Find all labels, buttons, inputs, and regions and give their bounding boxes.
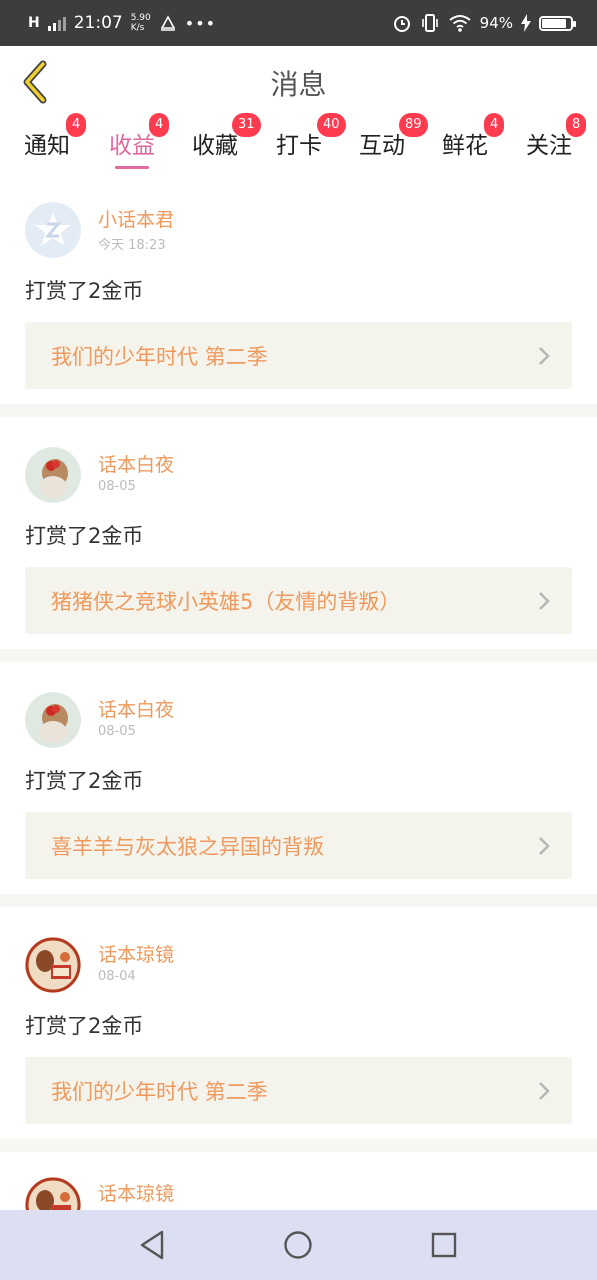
feed-item: 话本琼镜 08-04 打赏了2金币 我们的少年时代 第二季	[0, 907, 597, 1139]
nav-recents-button[interactable]	[424, 1225, 464, 1265]
girl-photo-avatar-icon	[25, 447, 81, 503]
tab-favorites[interactable]: 收藏 31	[192, 113, 261, 172]
charging-icon	[521, 14, 531, 32]
alarm-icon	[393, 16, 410, 32]
divider	[0, 1139, 597, 1152]
timestamp: 08-05	[98, 724, 136, 739]
triangle-back-icon	[140, 1230, 164, 1260]
tab-interactions[interactable]: 互动 89	[359, 113, 428, 172]
battery-icon	[539, 15, 576, 31]
book-title: 我们的少年时代 第二季	[51, 1080, 268, 1104]
girl-photo-avatar-icon	[25, 692, 81, 748]
timestamp: 08-04	[98, 969, 136, 984]
user-avatar[interactable]	[25, 202, 81, 258]
active-tab-indicator	[115, 166, 149, 169]
illustrated-avatar-icon	[25, 937, 81, 993]
nav-back-button[interactable]	[133, 1225, 173, 1265]
user-avatar[interactable]	[25, 937, 81, 993]
divider	[0, 894, 597, 907]
wifi-icon	[449, 15, 471, 32]
reward-text: 打赏了2金币	[25, 769, 144, 793]
user-avatar[interactable]	[25, 447, 81, 503]
tab-notifications[interactable]: 通知 4	[24, 113, 87, 172]
book-link[interactable]: 猪猪侠之竞球小英雄5（友情的背叛）	[25, 567, 572, 634]
username[interactable]: 话本白夜	[98, 450, 174, 477]
reward-text: 打赏了2金币	[25, 1014, 144, 1038]
book-link[interactable]: 喜羊羊与灰太狼之异国的背叛	[25, 812, 572, 879]
tab-badge: 4	[484, 113, 505, 137]
square-recents-icon	[431, 1232, 457, 1258]
circle-home-icon	[284, 1231, 313, 1259]
username[interactable]: 话本白夜	[98, 695, 174, 722]
timestamp: 08-05	[98, 479, 136, 494]
tab-label: 通知	[24, 133, 70, 159]
feed-item: 话本白夜 08-05 打赏了2金币 喜羊羊与灰太狼之异国的背叛	[0, 662, 597, 894]
message-tabs: 通知 4 收益 4 收藏 31 打卡 40 互动 89 鲜花 4 关注 8	[0, 113, 597, 173]
status-bar: H 21:07 5.90 K/s ••• 94%	[0, 0, 597, 46]
tab-earnings[interactable]: 收益 4	[109, 113, 170, 172]
feed-item: 话本白夜 08-05 打赏了2金币 猪猪侠之竞球小英雄5（友情的背叛）	[0, 417, 597, 649]
reward-text: 打赏了2金币	[25, 524, 144, 548]
app-notification-icon	[160, 15, 176, 31]
tab-flowers[interactable]: 鲜花 4	[442, 113, 505, 172]
tab-checkin[interactable]: 打卡 40	[276, 113, 346, 172]
tab-label: 打卡	[276, 133, 322, 159]
reward-text: 打赏了2金币	[25, 279, 144, 303]
network-type: H	[28, 15, 40, 31]
chevron-right-icon	[539, 837, 550, 855]
chevron-right-icon	[539, 1082, 550, 1100]
tab-label: 互动	[359, 133, 405, 159]
tab-badge: 89	[399, 113, 428, 137]
tab-label: 关注	[526, 133, 572, 159]
username[interactable]: 话本琼镜	[98, 940, 174, 967]
app-header: 消息	[0, 46, 597, 116]
tab-label: 收藏	[192, 133, 238, 159]
network-speed: 5.90 K/s	[131, 13, 151, 33]
speed-value: 5.90	[130, 13, 151, 23]
tab-following[interactable]: 关注 8	[526, 113, 596, 172]
battery-fill	[542, 18, 567, 28]
tab-badge: 31	[232, 113, 261, 137]
feed-item: 小话本君 今天 18:23 打赏了2金币 我们的少年时代 第二季	[0, 172, 597, 404]
app-logo-avatar-icon	[25, 202, 81, 258]
username[interactable]: 小话本君	[98, 205, 174, 232]
book-title: 猪猪侠之竞球小英雄5（友情的背叛）	[51, 590, 401, 614]
chevron-right-icon	[539, 592, 550, 610]
book-link[interactable]: 我们的少年时代 第二季	[25, 322, 572, 389]
user-avatar[interactable]	[25, 692, 81, 748]
signal-icon	[47, 15, 66, 31]
timestamp: 今天 18:23	[98, 238, 166, 253]
book-title: 喜羊羊与灰太狼之异国的背叛	[51, 835, 324, 859]
tab-badge: 40	[317, 113, 346, 137]
book-link[interactable]: 我们的少年时代 第二季	[25, 1057, 572, 1124]
status-left: H 21:07 5.90 K/s •••	[28, 13, 216, 33]
earnings-feed: 小话本君 今天 18:23 打赏了2金币 我们的少年时代 第二季 话本白夜 08…	[0, 172, 597, 1252]
battery-percent: 94%	[479, 14, 513, 32]
tab-label: 收益	[109, 133, 155, 159]
more-notifications-icon: •••	[184, 13, 217, 33]
username[interactable]: 话本琼镜	[98, 1179, 174, 1206]
system-nav-bar	[0, 1210, 597, 1280]
speed-unit: K/s	[130, 23, 145, 33]
tab-label: 鲜花	[442, 133, 488, 159]
divider	[0, 404, 597, 417]
page-title: 消息	[270, 68, 327, 101]
status-right: 94%	[392, 13, 576, 33]
clock: 21:07	[73, 13, 123, 33]
tab-badge: 8	[566, 113, 587, 137]
tab-badge: 4	[66, 113, 87, 137]
book-title: 我们的少年时代 第二季	[51, 345, 268, 369]
chevron-right-icon	[539, 347, 550, 365]
nav-home-button[interactable]	[278, 1225, 318, 1265]
vibrate-icon	[421, 14, 438, 32]
divider	[0, 649, 597, 662]
tab-badge: 4	[149, 113, 170, 137]
